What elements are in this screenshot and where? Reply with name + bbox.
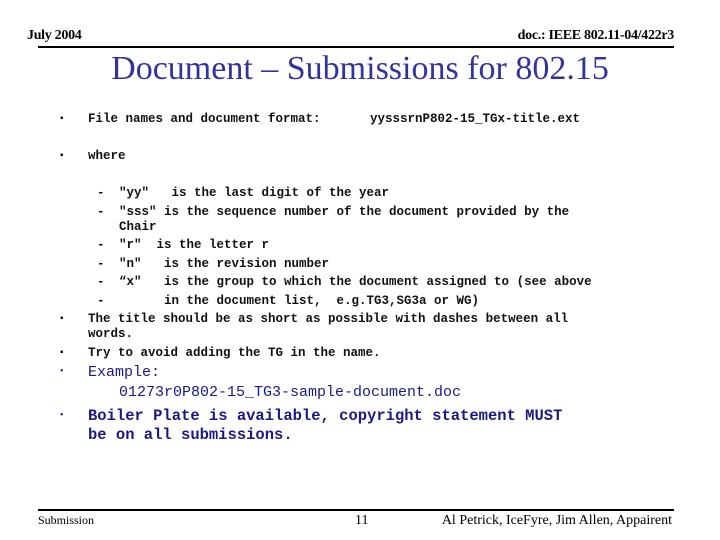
bullet-icon: •	[60, 366, 64, 377]
bullet-icon: •	[60, 410, 64, 421]
sub-item: in the document list, e.g.TG3,SG3a or WG…	[119, 294, 480, 308]
footer-rule	[38, 509, 674, 511]
footer-authors: Al Petrick, IceFyre, Jim Allen, Appairen…	[441, 513, 672, 528]
bullet-icon: ▪	[60, 347, 64, 358]
dash-icon: -	[97, 257, 105, 271]
sub-item-continuation: Chair	[119, 220, 157, 234]
bullet-icon: ▪	[60, 313, 64, 324]
bullet-icon: ▪	[60, 150, 64, 161]
dash-icon: -	[97, 275, 105, 289]
page-number: 11	[355, 513, 369, 528]
dash-icon: -	[97, 186, 105, 200]
bullet-icon: ▪	[60, 113, 64, 124]
dash-icon: -	[97, 238, 105, 252]
sub-item: “x" is the group to which the document a…	[119, 275, 592, 289]
header-rule	[38, 46, 674, 48]
slide-title: Document – Submissions for 802.15	[111, 50, 609, 87]
where-label: where	[88, 149, 126, 163]
sub-item: "n" is the revision number	[119, 257, 330, 271]
dash-icon: -	[97, 205, 105, 219]
header-date: July 2004	[27, 28, 82, 43]
header-doc-id: doc.: IEEE 802.11-04/422r3	[517, 28, 675, 43]
title-rule-line2: words.	[88, 327, 134, 341]
avoid-tg-note: Try to avoid adding the TG in the name.	[88, 346, 381, 360]
sub-item: "r" is the letter r	[119, 238, 270, 252]
footer-submission: Submission	[38, 513, 95, 527]
sub-item: "yy" is the last digit of the year	[119, 186, 390, 200]
example-value: 01273r0P802-15_TG3-sample-document.doc	[119, 384, 462, 401]
sub-item: "sss" is the sequence number of the docu…	[119, 205, 570, 219]
boiler-plate-line2: be on all submissions.	[88, 426, 293, 444]
title-rule-line1: The title should be as short as possible…	[88, 312, 569, 326]
boiler-plate-line1: Boiler Plate is available, copyright sta…	[88, 407, 563, 425]
dash-icon: -	[97, 294, 105, 308]
file-format-value: yysssrnP802-15_TGx-title.ext	[370, 112, 581, 126]
example-label: Example:	[88, 364, 161, 381]
file-format-label: File names and document format:	[88, 112, 321, 126]
